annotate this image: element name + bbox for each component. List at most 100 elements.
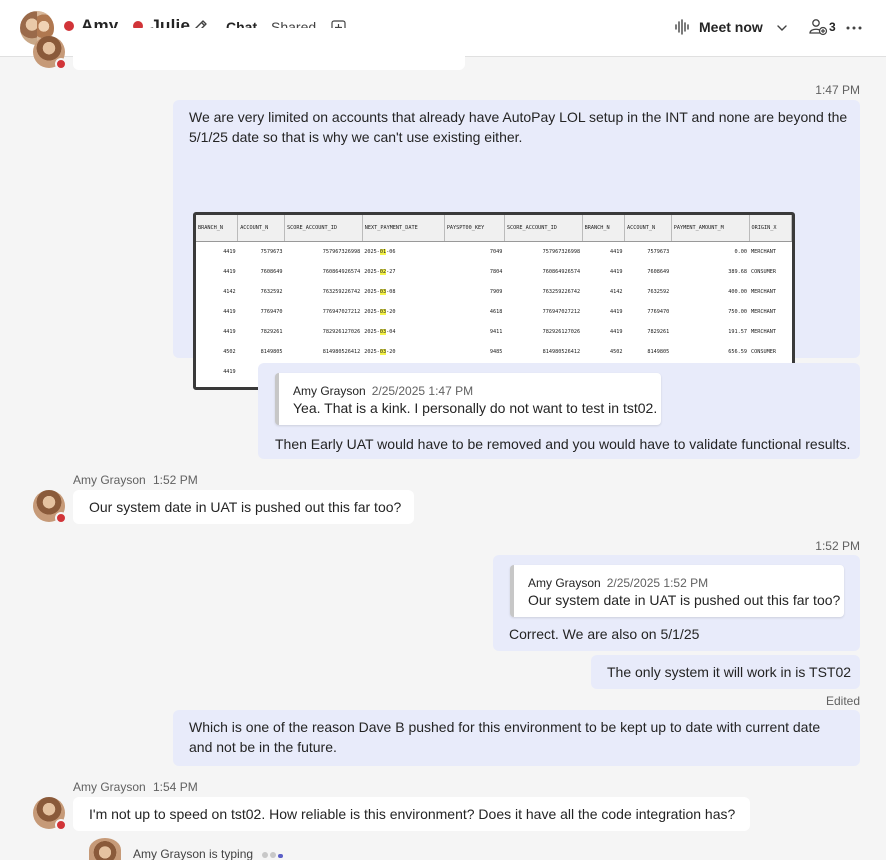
quote-author: Amy Grayson [293, 384, 366, 398]
screenshot-cell: 4618 [489, 309, 503, 315]
screenshot-cell: MERCHANT [751, 249, 776, 255]
screenshot-row: 4419 7579673 757967326998 2025-01-06 7049 757… [196, 242, 792, 263]
message-timestamp: 1:52 PM [153, 473, 198, 487]
message-bubble[interactable]: Which is one of the reason Dave B pushed… [173, 710, 860, 766]
screenshot-cell: 656.59 [728, 349, 747, 355]
screenshot-header-cell: SCORE_ACCOUNT_ID [284, 215, 363, 242]
screenshot-row: 4419 7608649 760864926574 2025-02-27 7804 760… [196, 262, 792, 282]
screenshot-cell: CONSUMER [751, 269, 776, 275]
screenshot-header-cell: ACCOUNT_N [237, 215, 285, 242]
screenshot-header-cell: ORIGIN_X [749, 215, 792, 242]
screenshot-cell: 7632592 [647, 289, 670, 295]
screenshot-cell: MERCHANT [751, 309, 776, 315]
screenshot-header-cell: NEXT_PAYMENT_DATE [362, 215, 445, 242]
screenshot-cell: 4419 [223, 249, 236, 255]
message-list[interactable]: 1:47 PM We are very limited on accounts … [0, 28, 886, 860]
screenshot-cell: 191.57 [728, 329, 747, 335]
screenshot-cell: 4142 [223, 289, 236, 295]
screenshot-cell: CONSUMER [751, 349, 776, 355]
meet-now-button[interactable]: Meet now [699, 19, 763, 35]
avatar[interactable] [33, 797, 67, 831]
screenshot-cell: 814980526412 [542, 349, 581, 355]
message-bubble[interactable]: Amy Grayson 2/25/2025 1:47 PM Yea. That i… [258, 363, 860, 459]
message-bubble[interactable]: Amy Grayson 2/25/2025 1:52 PM Our system … [493, 555, 860, 651]
screenshot-cell: 8149805 [647, 349, 670, 355]
screenshot-cell: 4419 [223, 309, 236, 315]
screenshot-header-cell: ACCOUNT_N [624, 215, 672, 242]
typing-indicator: Amy Grayson is typing [133, 847, 285, 860]
participant-count[interactable]: 3 [829, 20, 836, 34]
message-timestamp: 1:52 PM [815, 539, 860, 553]
message-bubble[interactable]: Our system date in UAT is pushed out thi… [73, 490, 414, 524]
screenshot-cell: 4419 [609, 249, 623, 255]
screenshot-cell: 4419 [609, 269, 623, 275]
screenshot-header-cell: BRANCH_N [582, 215, 625, 242]
message-bubble[interactable]: We are very limited on accounts that alr… [173, 100, 860, 390]
screenshot-cell: 4419 [223, 329, 236, 335]
screenshot-cell: 7829261 [260, 329, 283, 335]
screenshot-cell: 776947027212 [542, 309, 581, 315]
people-icon[interactable] [808, 17, 828, 37]
screenshot-cell: 4502 [609, 349, 623, 355]
screenshot-cell: 814980526412 [322, 349, 361, 355]
screenshot-cell: 389.68 [728, 269, 747, 275]
screenshot-cell: 7769470 [260, 309, 283, 315]
message-bubble-partial[interactable] [73, 28, 465, 70]
screenshot-cell: MERCHANT [751, 329, 776, 335]
message-bubble[interactable]: I'm not up to speed on tst02. How reliab… [73, 797, 750, 831]
more-options-icon[interactable] [846, 25, 862, 31]
screenshot-cell: 776947027212 [322, 309, 361, 315]
screenshot-cell: 7608649 [260, 269, 283, 275]
chevron-down-icon[interactable] [776, 22, 788, 34]
avatar[interactable] [33, 490, 67, 524]
quoted-message[interactable]: Amy Grayson 2/25/2025 1:52 PM Our system … [510, 565, 844, 617]
audio-wave-icon[interactable] [674, 18, 692, 36]
message-bubble[interactable]: The only system it will work in is TST02 [591, 655, 860, 689]
screenshot-cell: 8149805 [260, 349, 283, 355]
screenshot-cell: 7049 [489, 249, 503, 255]
screenshot-cell: 763259226742 [542, 289, 581, 295]
screenshot-cell: 9485 [489, 349, 503, 355]
screenshot-cell: 9411 [489, 329, 503, 335]
typing-dots-icon [262, 847, 285, 860]
message-text: The only system it will work in is TST02 [607, 664, 852, 680]
screenshot-cell: 782926127026 [322, 329, 361, 335]
avatar [89, 838, 121, 860]
screenshot-cell: 757967326998 [542, 249, 581, 255]
screenshot-cell: 2025-02-27 [364, 269, 396, 275]
screenshot-cell: 4502 [223, 349, 236, 355]
screenshot-cell: MERCHANT [751, 289, 776, 295]
screenshot-cell: 4142 [609, 289, 623, 295]
screenshot-cell: 2025-03-08 [364, 289, 396, 295]
quote-text: Yea. That is a kink. I personally do not… [293, 400, 658, 416]
screenshot-cell: 2025-03-04 [364, 329, 396, 335]
avatar[interactable] [33, 36, 67, 70]
screenshot-cell: 7632592 [260, 289, 283, 295]
screenshot-row: 4142 7632592 763259226742 2025-03-08 7909 763… [196, 282, 792, 302]
edited-label: Edited [825, 694, 860, 708]
message-author: Amy Grayson [73, 780, 146, 794]
screenshot-header-cell: PAYMENT_AMOUNT_M [671, 215, 750, 242]
screenshot-cell: 760864926574 [322, 269, 361, 275]
screenshot-header-cell: SCORE_ACCOUNT_ID [504, 215, 583, 242]
message-timestamp: 1:47 PM [815, 83, 860, 97]
screenshot-header-cell: BRANCH_N [196, 215, 239, 242]
screenshot-cell: 4419 [223, 269, 236, 275]
screenshot-cell: 7804 [489, 269, 503, 275]
screenshot-cell: 763259226742 [322, 289, 361, 295]
message-text: Correct. We are also on 5/1/25 [509, 626, 700, 642]
screenshot-cell: 7909 [489, 289, 503, 295]
message-text: Which is one of the reason Dave B pushed… [189, 719, 821, 755]
screenshot-cell: 7608649 [647, 269, 670, 275]
message-author: Amy Grayson [73, 473, 146, 487]
screenshot-cell: 4419 [609, 309, 623, 315]
message-text: Our system date in UAT is pushed out thi… [89, 499, 402, 515]
screenshot-cell: 2025-03-20 [364, 309, 396, 315]
screenshot-header-cell: PAYSPT00_KEY [444, 215, 505, 242]
quoted-message[interactable]: Amy Grayson 2/25/2025 1:47 PM Yea. That i… [275, 373, 661, 425]
screenshot-cell: 400.00 [728, 289, 747, 295]
screenshot-cell: 7579673 [260, 249, 283, 255]
quote-date: 2/25/2025 1:52 PM [606, 576, 709, 590]
screenshot-cell: 760864926574 [542, 269, 581, 275]
message-text: Then Early UAT would have to be removed … [275, 436, 851, 452]
